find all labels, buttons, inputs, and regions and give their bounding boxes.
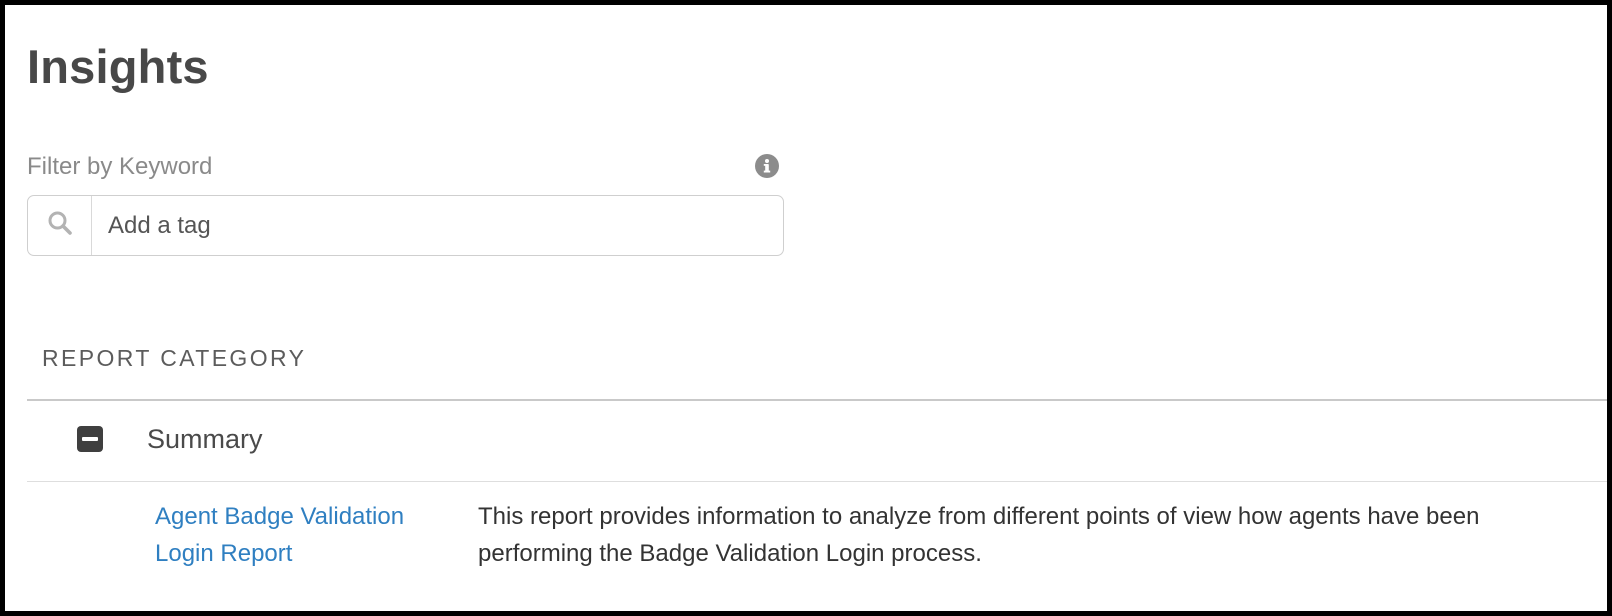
search-icon xyxy=(46,209,74,242)
search-icon-cell xyxy=(28,196,92,255)
filter-label: Filter by Keyword xyxy=(27,153,213,180)
minus-square-icon[interactable] xyxy=(77,426,103,452)
tag-search-input[interactable] xyxy=(92,196,783,255)
category-label: Summary xyxy=(147,424,263,454)
minus-bar xyxy=(82,437,98,441)
info-circle-icon[interactable] xyxy=(755,154,779,178)
report-row: Agent Badge Validation Login Report This… xyxy=(27,482,1607,592)
report-link-agent-badge-validation[interactable]: Agent Badge Validation Login Report xyxy=(155,498,445,572)
page-title: Insights xyxy=(27,40,209,93)
report-description: This report provides information to anal… xyxy=(478,503,1480,567)
category-row-summary: Summary xyxy=(27,401,1607,481)
keyword-filter-box xyxy=(27,195,784,256)
report-category-header: REPORT CATEGORY xyxy=(42,345,307,371)
insights-page: Insights Filter by Keyword REPORT CATEGO… xyxy=(0,0,1612,616)
